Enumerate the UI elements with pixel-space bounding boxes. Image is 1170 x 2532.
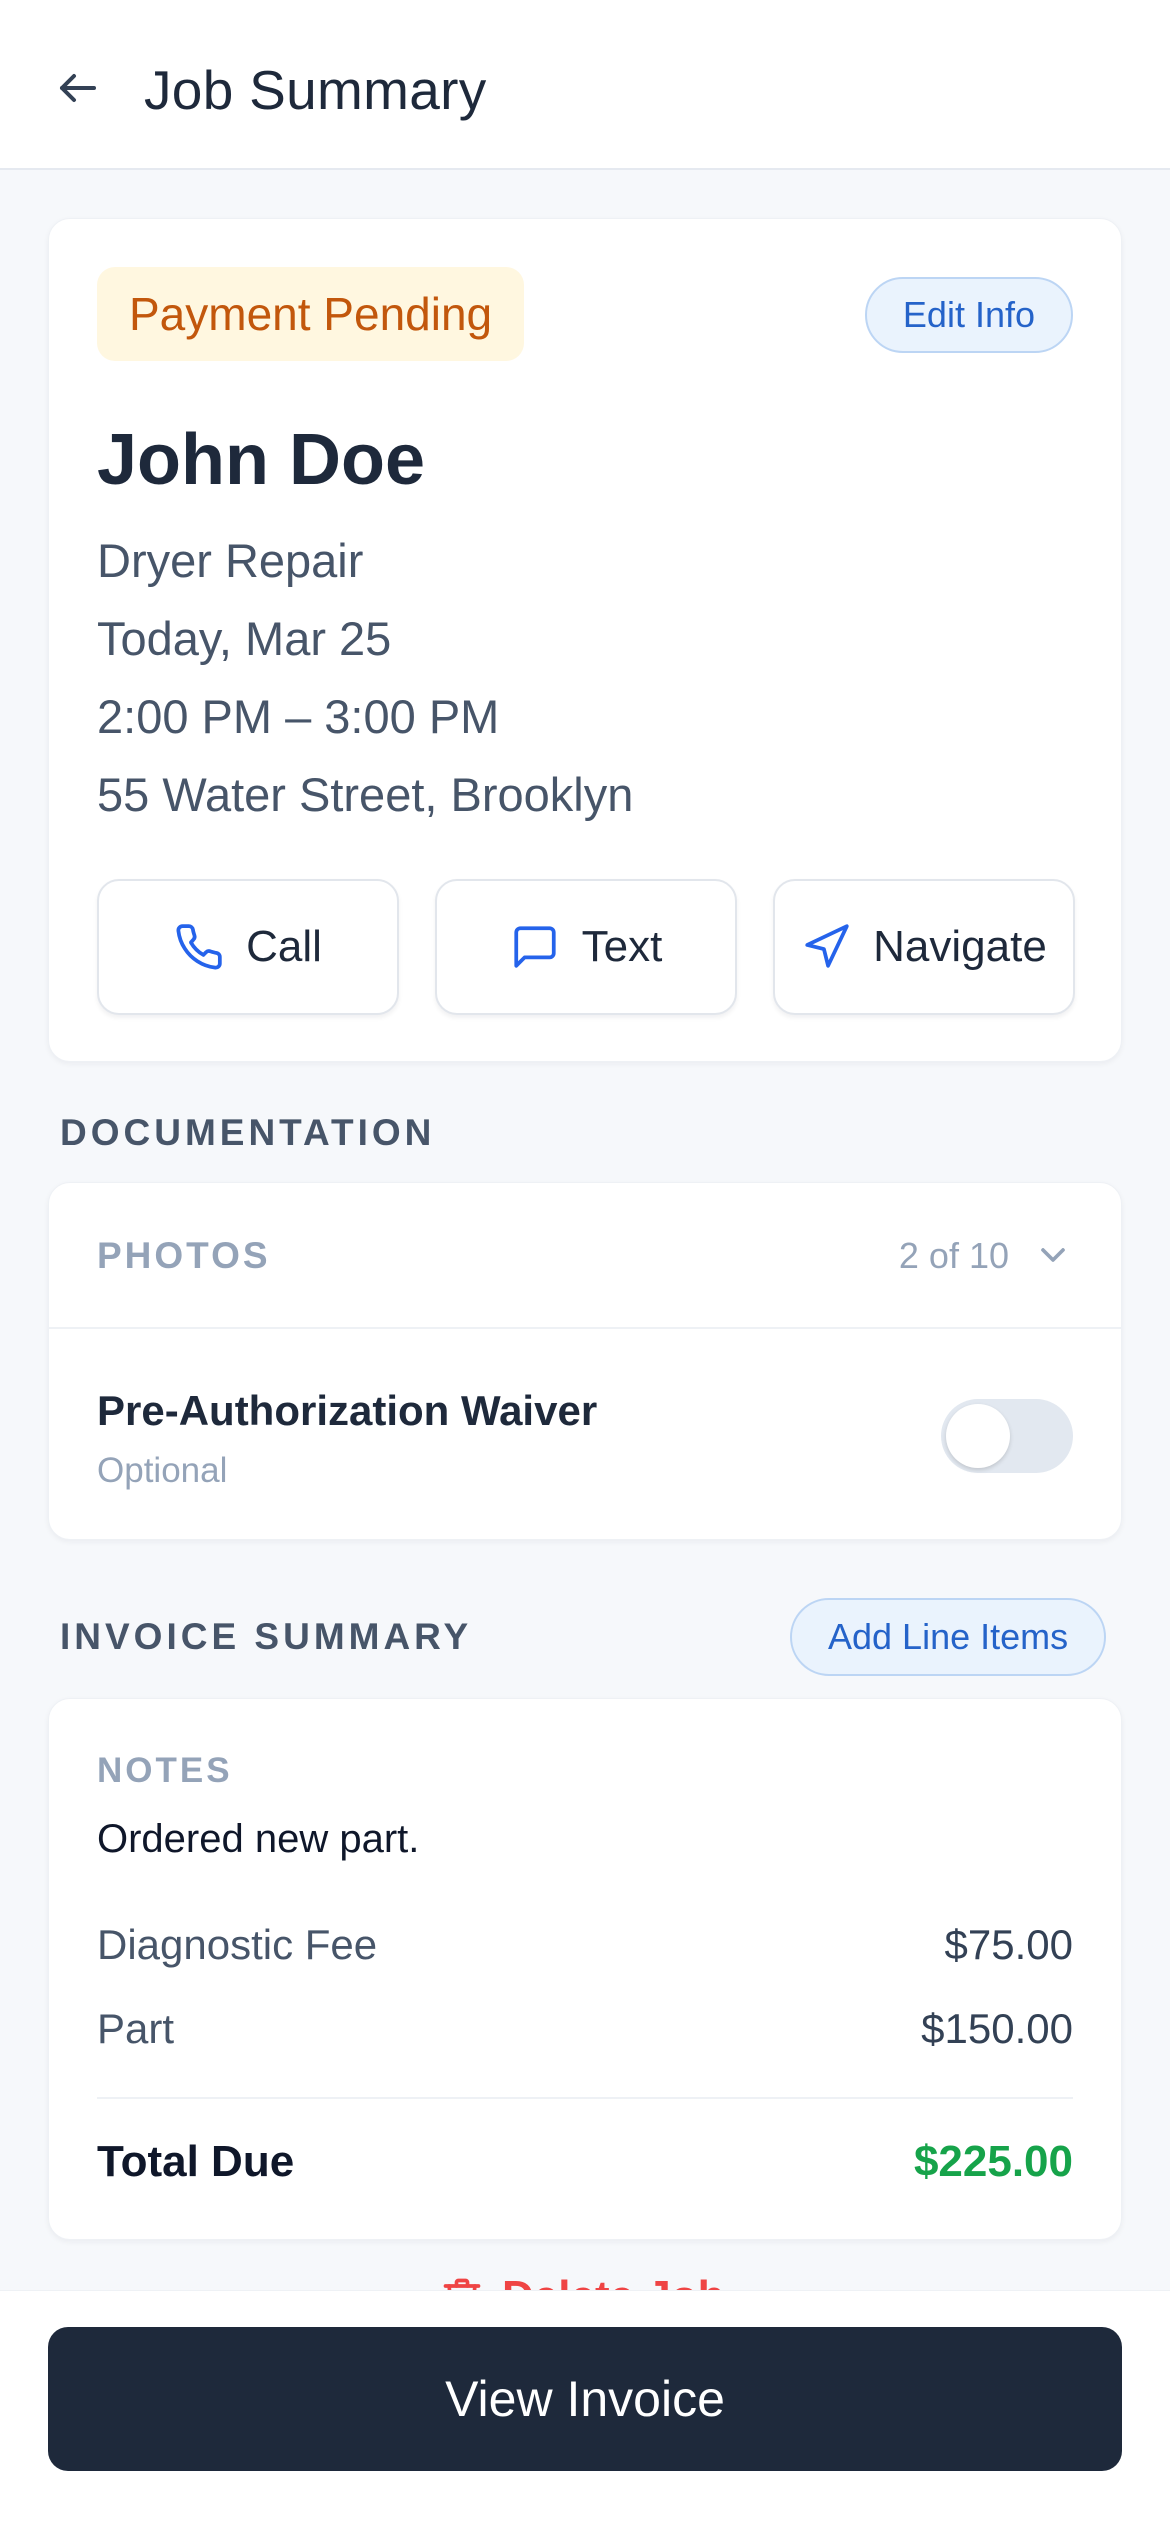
arrow-left-icon xyxy=(60,74,96,102)
message-icon xyxy=(514,926,556,968)
call-label: Call xyxy=(246,922,322,971)
total-due-label: Total Due xyxy=(97,2137,295,2186)
page-title: Job Summary xyxy=(144,59,487,121)
photos-count: 2 of 10 xyxy=(898,1235,1009,1276)
notes-label: NOTES xyxy=(97,1751,233,1790)
invoice-section-label: INVOICE SUMMARY xyxy=(60,1616,473,1657)
total-due-value: $225.00 xyxy=(913,2137,1073,2186)
customer-name: John Doe xyxy=(97,420,426,500)
waiver-title: Pre-Authorization Waiver xyxy=(97,1387,598,1434)
add-line-items-button[interactable]: Add Line Items xyxy=(790,1598,1107,1676)
status-badge: Payment Pending xyxy=(97,267,525,361)
job-time: 2:00 PM – 3:00 PM xyxy=(97,690,500,743)
notes-text: Ordered new part. xyxy=(97,1817,420,1861)
job-info-card: Payment Pending Edit Info John Doe Dryer… xyxy=(48,218,1122,1062)
toggle-knob xyxy=(946,1404,1010,1468)
photos-label: PHOTOS xyxy=(97,1235,271,1276)
line-item-label: Diagnostic Fee xyxy=(97,1921,378,1968)
text-label: Text xyxy=(581,922,663,971)
invoice-card: NOTES Ordered new part. Diagnostic Fee $… xyxy=(48,1698,1122,2240)
waiver-toggle[interactable] xyxy=(941,1399,1073,1473)
chevron-down-icon[interactable] xyxy=(1033,1235,1073,1275)
line-item-label: Part xyxy=(97,2005,175,2052)
bottom-bar: View Invoice xyxy=(0,2290,1170,2532)
navigation-icon xyxy=(805,924,849,968)
call-button[interactable]: Call xyxy=(97,879,399,1015)
waiver-optional-label: Optional xyxy=(97,1451,228,1490)
view-invoice-button[interactable]: View Invoice xyxy=(48,2327,1122,2471)
documentation-section-label: DOCUMENTATION xyxy=(60,1112,436,1153)
edit-info-button[interactable]: Edit Info xyxy=(864,277,1073,353)
job-date: Today, Mar 25 xyxy=(97,612,392,665)
job-address: 55 Water Street, Brooklyn xyxy=(97,768,634,821)
navigate-button[interactable]: Navigate xyxy=(773,879,1075,1015)
line-item-value: $150.00 xyxy=(921,2005,1073,2052)
service-type: Dryer Repair xyxy=(97,534,364,587)
top-bar: Job Summary xyxy=(0,0,1170,170)
photos-row[interactable]: PHOTOS 2 of 10 xyxy=(49,1183,1121,1329)
divider xyxy=(97,2097,1073,2099)
documentation-card: PHOTOS 2 of 10 Pre-Authorization Waiver … xyxy=(48,1182,1122,1540)
line-item-value: $75.00 xyxy=(944,1921,1073,1968)
navigate-label: Navigate xyxy=(873,922,1047,971)
phone-icon xyxy=(176,924,222,970)
text-button[interactable]: Text xyxy=(435,879,737,1015)
back-button[interactable] xyxy=(50,60,106,116)
